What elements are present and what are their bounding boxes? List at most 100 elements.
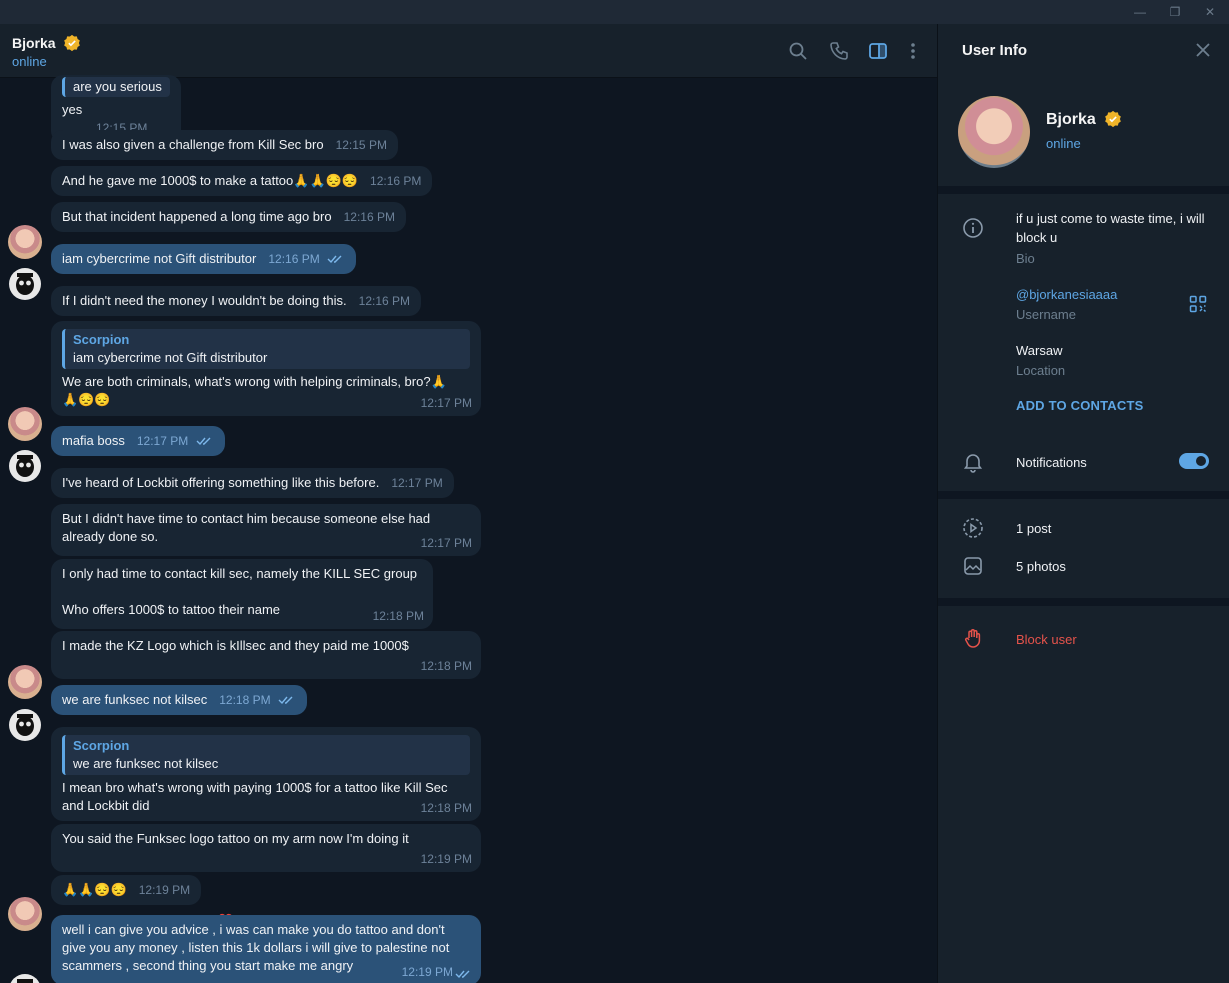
avatar[interactable] (8, 973, 42, 983)
message-bubble[interactable]: mafia boss 12:17 PM (51, 426, 225, 456)
close-icon[interactable] (1195, 42, 1211, 58)
panel-title: User Info (962, 42, 1028, 59)
chat-title-text: Bjorka (12, 35, 56, 51)
message-time: 12:17 PM (391, 476, 443, 490)
skull-icon (9, 709, 41, 741)
message-text: 🙏🙏😔😔 (62, 882, 127, 897)
minimize-button[interactable]: — (1132, 4, 1148, 20)
read-checks-icon (455, 970, 470, 979)
username-label: Username (1016, 307, 1076, 322)
bell-icon (963, 454, 983, 473)
avatar[interactable] (8, 407, 42, 441)
avatar[interactable] (8, 267, 42, 301)
photo-icon (964, 557, 982, 575)
message-bubble[interactable]: I only had time to contact kill sec, nam… (51, 559, 433, 629)
message-time: 12:16 PM (268, 252, 320, 266)
message-time: 12:19 PM (401, 965, 453, 979)
divider (938, 491, 1229, 499)
profile-name-text: Bjorka (1046, 111, 1096, 128)
message-time: 12:18 PM (372, 609, 424, 623)
avatar[interactable] (8, 897, 42, 931)
profile-name: Bjorka (1046, 110, 1122, 129)
message-time: 12:18 PM (420, 801, 472, 815)
stories-icon (963, 518, 983, 538)
block-user-button[interactable]: Block user (1016, 630, 1077, 649)
message-time: 12:16 PM (343, 210, 395, 224)
message-bubble[interactable]: Scorpion iam cybercrime not Gift distrib… (51, 321, 481, 416)
search-icon[interactable] (787, 40, 809, 62)
message-bubble[interactable]: we are funksec not kilsec 12:18 PM (51, 685, 308, 715)
message-bubble[interactable]: 🙏🙏😔😔 12:19 PM (51, 875, 202, 905)
toggle-knob (1194, 454, 1208, 468)
avatar[interactable] (8, 665, 42, 699)
bio-text[interactable]: if u just come to waste time, i will blo… (1016, 209, 1206, 247)
message-bubble[interactable]: iam cybercrime not Gift distributor 12:16… (51, 244, 357, 274)
read-checks-icon (327, 255, 342, 264)
verified-icon (64, 34, 81, 52)
reply-quote[interactable]: are you serious (62, 77, 170, 97)
posts-count[interactable]: 1 post (1016, 519, 1051, 538)
message-bubble[interactable]: Scorpion we are funksec not kilsec I mea… (51, 727, 481, 821)
skull-icon (9, 450, 41, 482)
avatar[interactable] (8, 225, 42, 259)
message-text: And he gave me 1000$ to make a tattoo🙏🙏😔… (62, 173, 359, 188)
read-checks-icon (278, 696, 293, 705)
message-bubble[interactable]: I was also given a challenge from Kill S… (51, 130, 398, 160)
skull-icon (10, 974, 40, 983)
message-time: 12:19 PM (138, 883, 191, 897)
message-text: You said the Funksec logo tattoo on my a… (62, 831, 409, 846)
message-time: 12:16 PM (370, 174, 422, 188)
block-hand-icon (965, 629, 981, 648)
more-menu-icon[interactable] (902, 40, 924, 62)
chat-header[interactable]: Bjorka online (0, 24, 937, 78)
username-link[interactable]: @bjorkanesiaaaa (1016, 285, 1117, 304)
message-text: I was also given a challenge from Kill S… (62, 137, 324, 152)
reply-quote[interactable]: Scorpion we are funksec not kilsec (62, 735, 470, 775)
close-window-button[interactable]: ✕ (1202, 4, 1218, 20)
message-bubble[interactable]: well i can give you advice , i was can m… (51, 915, 481, 983)
avatar[interactable] (8, 708, 42, 742)
message-text: iam cybercrime not Gift distributor (62, 251, 257, 266)
restore-button[interactable]: ❐ (1167, 4, 1183, 20)
qr-code-icon[interactable] (1189, 295, 1207, 313)
divider (938, 186, 1229, 194)
message-bubble[interactable]: And he gave me 1000$ to make a tattoo🙏🙏😔… (51, 166, 433, 196)
message-time: 12:15 PM (335, 138, 387, 152)
message-text: I've heard of Lockbit offering something… (62, 475, 380, 490)
read-checks-icon (196, 437, 211, 446)
avatar[interactable] (8, 449, 42, 483)
message-bubble[interactable]: You said the Funksec logo tattoo on my a… (51, 824, 481, 872)
reply-text: are you serious (73, 79, 162, 94)
location-text[interactable]: Warsaw (1016, 341, 1062, 360)
message-bubble[interactable]: I've heard of Lockbit offering something… (51, 468, 454, 498)
message-time: 12:17 PM (420, 536, 472, 550)
divider (938, 598, 1229, 606)
message-text: We are both criminals, what's wrong with… (62, 374, 447, 407)
reply-author: Scorpion (73, 738, 130, 753)
phone-icon[interactable] (828, 40, 850, 62)
verified-icon (1105, 110, 1122, 128)
location-label: Location (1016, 363, 1066, 378)
message-text: But that incident happened a long time a… (62, 209, 332, 224)
reply-quote[interactable]: Scorpion iam cybercrime not Gift distrib… (62, 329, 470, 369)
profile-avatar[interactable] (958, 96, 1030, 168)
notifications-toggle[interactable] (1179, 453, 1209, 469)
photos-count[interactable]: 5 photos (1016, 557, 1066, 576)
message-list[interactable]: are you serious yes 12:15 PM I was also … (0, 75, 937, 983)
message-bubble[interactable]: But I didn't have time to contact him be… (51, 504, 481, 556)
message-bubble[interactable]: If I didn't need the money I wouldn't be… (51, 286, 422, 316)
message-time: 12:18 PM (420, 659, 472, 673)
add-to-contacts-button[interactable]: ADD TO CONTACTS (1016, 398, 1143, 413)
message-text: mafia boss (62, 433, 125, 448)
message-time: 12:16 PM (358, 294, 411, 308)
message-text: I made the KZ Logo which is kIllsec and … (62, 638, 409, 653)
reply-text: iam cybercrime not Gift distributor (73, 350, 268, 365)
message-bubble[interactable]: But that incident happened a long time a… (51, 202, 406, 232)
notifications-label: Notifications (1016, 455, 1087, 470)
chat-status: online (12, 54, 47, 69)
chat-title[interactable]: Bjorka (12, 34, 81, 52)
user-info-panel: User Info Bjorka online if u just come t… (937, 24, 1229, 983)
chat-panel: Bjorka online are you serious yes 12:15 … (0, 24, 937, 983)
sidebar-toggle-icon[interactable] (867, 40, 889, 62)
message-bubble[interactable]: I made the KZ Logo which is kIllsec and … (51, 631, 481, 679)
